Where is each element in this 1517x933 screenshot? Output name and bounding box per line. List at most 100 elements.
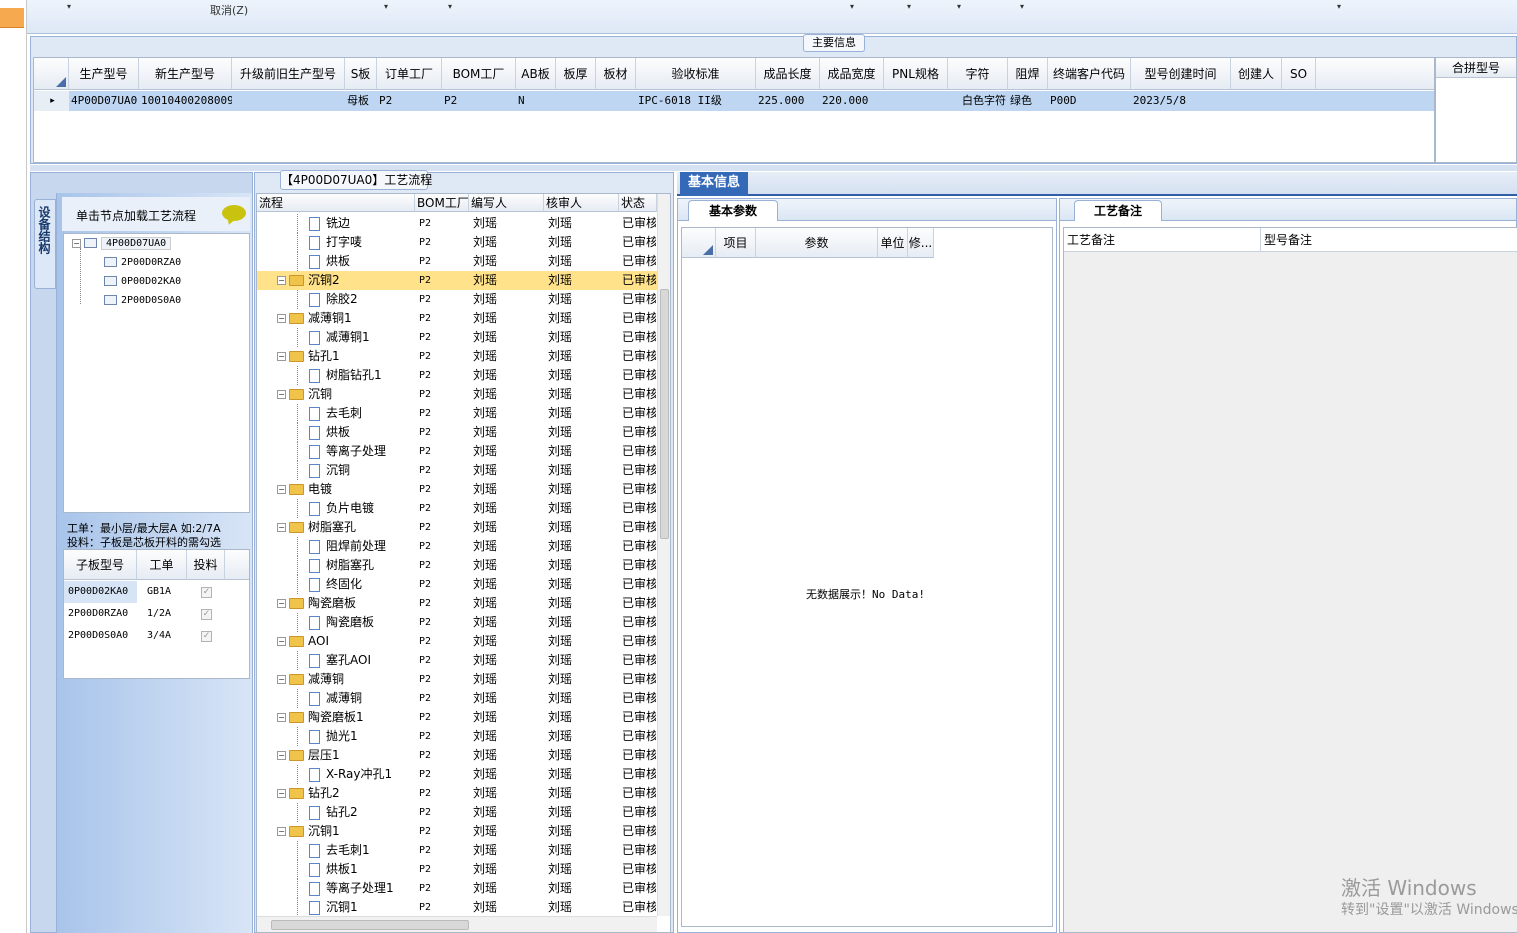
process-writer-cell[interactable]: 刘瑶 bbox=[473, 689, 543, 708]
process-row[interactable]: 沉铜1 P2 刘瑶 刘瑶 已审核 bbox=[257, 898, 657, 917]
process-bom-cell[interactable]: P2 bbox=[419, 841, 469, 860]
process-status-cell[interactable]: 已审核 bbox=[622, 613, 656, 632]
process-writer-cell[interactable]: 刘瑶 bbox=[473, 271, 543, 290]
process-reviewer-cell[interactable]: 刘瑶 bbox=[548, 632, 618, 651]
process-writer-cell[interactable]: 刘瑶 bbox=[473, 632, 543, 651]
process-bom-cell[interactable]: P2 bbox=[419, 613, 469, 632]
process-reviewer-cell[interactable]: 刘瑶 bbox=[548, 347, 618, 366]
process-row[interactable]: 塞孔AOI P2 刘瑶 刘瑶 已审核 bbox=[257, 651, 657, 670]
process-writer-cell[interactable]: 刘瑶 bbox=[473, 385, 543, 404]
col-header[interactable]: 编写人 bbox=[469, 194, 544, 212]
process-name-cell[interactable]: 沉铜 bbox=[309, 461, 417, 480]
process-bom-cell[interactable]: P2 bbox=[419, 765, 469, 784]
process-name-cell[interactable]: − 沉铜 bbox=[277, 385, 417, 404]
collapse-icon[interactable]: − bbox=[72, 238, 81, 248]
process-name-cell[interactable]: − 沉铜1 bbox=[277, 822, 417, 841]
process-reviewer-cell[interactable]: 刘瑶 bbox=[548, 841, 618, 860]
process-reviewer-cell[interactable]: 刘瑶 bbox=[548, 537, 618, 556]
process-row[interactable]: 去毛刺 P2 刘瑶 刘瑶 已审核 bbox=[257, 404, 657, 423]
process-row[interactable]: 阻焊前处理 P2 刘瑶 刘瑶 已审核 bbox=[257, 537, 657, 556]
cell[interactable]: 225.000 bbox=[756, 91, 820, 111]
process-reviewer-cell[interactable]: 刘瑶 bbox=[548, 385, 618, 404]
process-row[interactable]: − 钻孔2 P2 刘瑶 刘瑶 已审核 bbox=[257, 784, 657, 803]
process-name-cell[interactable]: 铣边 bbox=[309, 214, 417, 233]
process-bom-cell[interactable]: P2 bbox=[419, 499, 469, 518]
tree-node-root[interactable]: − 4P00D07UA0 bbox=[72, 237, 172, 250]
process-status-cell[interactable]: 已审核 bbox=[622, 499, 656, 518]
col-header[interactable]: 板厚 bbox=[556, 58, 596, 90]
process-status-cell[interactable]: 已审核 bbox=[622, 404, 656, 423]
cell[interactable]: P2 bbox=[442, 91, 516, 111]
cell[interactable]: P00D bbox=[1048, 91, 1131, 111]
tab-basic-info[interactable]: 基本信息 bbox=[680, 172, 748, 196]
process-reviewer-cell[interactable]: 刘瑶 bbox=[548, 366, 618, 385]
process-writer-cell[interactable]: 刘瑶 bbox=[473, 461, 543, 480]
tab-equipment-structure[interactable]: 设备结构 bbox=[34, 199, 56, 289]
nav-highlight[interactable] bbox=[0, 8, 24, 28]
process-row[interactable]: − 层压1 P2 刘瑶 刘瑶 已审核 bbox=[257, 746, 657, 765]
process-name-cell[interactable]: 减薄铜 bbox=[309, 689, 417, 708]
process-status-cell[interactable]: 已审核 bbox=[622, 385, 656, 404]
process-status-cell[interactable]: 已审核 bbox=[622, 708, 656, 727]
process-bom-cell[interactable]: P2 bbox=[419, 746, 469, 765]
cell[interactable]: 220.000 bbox=[820, 91, 884, 111]
process-reviewer-cell[interactable]: 刘瑶 bbox=[548, 575, 618, 594]
process-name-cell[interactable]: 打字唛 bbox=[309, 233, 417, 252]
process-writer-cell[interactable]: 刘瑶 bbox=[473, 822, 543, 841]
col-header[interactable]: 状态 bbox=[619, 194, 657, 212]
dropdown-arrow-icon[interactable]: ▾ bbox=[384, 2, 388, 11]
collapse-icon[interactable]: − bbox=[277, 276, 286, 285]
cell[interactable]: 绿色 bbox=[1008, 91, 1048, 111]
process-status-cell[interactable]: 已审核 bbox=[622, 309, 656, 328]
process-name-cell[interactable]: 烘板1 bbox=[309, 860, 417, 879]
process-row[interactable]: − 沉铜 P2 刘瑶 刘瑶 已审核 bbox=[257, 385, 657, 404]
process-bom-cell[interactable]: P2 bbox=[419, 898, 469, 917]
process-writer-cell[interactable]: 刘瑶 bbox=[473, 898, 543, 917]
process-name-cell[interactable]: − 钻孔2 bbox=[277, 784, 417, 803]
process-name-cell[interactable]: − 电镀 bbox=[277, 480, 417, 499]
process-writer-cell[interactable]: 刘瑶 bbox=[473, 556, 543, 575]
process-bom-cell[interactable]: P2 bbox=[419, 860, 469, 879]
process-status-cell[interactable]: 已审核 bbox=[622, 442, 656, 461]
process-reviewer-cell[interactable]: 刘瑶 bbox=[548, 708, 618, 727]
process-row[interactable]: 终固化 P2 刘瑶 刘瑶 已审核 bbox=[257, 575, 657, 594]
sub-cell-order[interactable]: 3/4A bbox=[137, 625, 187, 647]
process-bom-cell[interactable]: P2 bbox=[419, 632, 469, 651]
process-writer-cell[interactable]: 刘瑶 bbox=[473, 480, 543, 499]
sub-cell-model[interactable]: 2P00D0RZA0 bbox=[64, 603, 137, 625]
process-name-cell[interactable]: 阻焊前处理 bbox=[309, 537, 417, 556]
process-bom-cell[interactable]: P2 bbox=[419, 594, 469, 613]
horizontal-splitter[interactable] bbox=[30, 165, 1517, 171]
feed-checkbox[interactable]: ✓ bbox=[201, 587, 212, 598]
process-row[interactable]: − AOI P2 刘瑶 刘瑶 已审核 bbox=[257, 632, 657, 651]
process-bom-cell[interactable]: P2 bbox=[419, 556, 469, 575]
scroll-thumb[interactable] bbox=[271, 920, 469, 930]
process-row[interactable]: 钻孔2 P2 刘瑶 刘瑶 已审核 bbox=[257, 803, 657, 822]
process-name-cell[interactable]: − 减薄铜 bbox=[277, 670, 417, 689]
process-row[interactable]: 去毛刺1 P2 刘瑶 刘瑶 已审核 bbox=[257, 841, 657, 860]
process-writer-cell[interactable]: 刘瑶 bbox=[473, 537, 543, 556]
cell[interactable]: P2 bbox=[377, 91, 442, 111]
process-name-cell[interactable]: − 层压1 bbox=[277, 746, 417, 765]
process-name-cell[interactable]: 去毛刺 bbox=[309, 404, 417, 423]
process-status-cell[interactable]: 已审核 bbox=[622, 480, 656, 499]
process-writer-cell[interactable]: 刘瑶 bbox=[473, 784, 543, 803]
process-row[interactable]: 等离子处理1 P2 刘瑶 刘瑶 已审核 bbox=[257, 879, 657, 898]
collapse-icon[interactable]: − bbox=[277, 789, 286, 798]
cell[interactable] bbox=[556, 91, 596, 111]
process-bom-cell[interactable]: P2 bbox=[419, 708, 469, 727]
process-writer-cell[interactable]: 刘瑶 bbox=[473, 499, 543, 518]
process-reviewer-cell[interactable]: 刘瑶 bbox=[548, 423, 618, 442]
process-writer-cell[interactable]: 刘瑶 bbox=[473, 803, 543, 822]
process-status-cell[interactable]: 已审核 bbox=[622, 461, 656, 480]
tree-node[interactable]: 2P00D0RZA0 bbox=[104, 257, 181, 268]
cell[interactable]: 母板 bbox=[345, 91, 377, 111]
process-status-cell[interactable]: 已审核 bbox=[622, 651, 656, 670]
vertical-scrollbar[interactable] bbox=[657, 194, 670, 916]
merge-model-header[interactable]: 合拼型号 bbox=[1436, 58, 1516, 78]
collapse-icon[interactable]: − bbox=[277, 751, 286, 760]
col-header[interactable]: 终端客户代码 bbox=[1048, 58, 1131, 90]
process-status-cell[interactable]: 已审核 bbox=[622, 328, 656, 347]
process-reviewer-cell[interactable]: 刘瑶 bbox=[548, 879, 618, 898]
process-row[interactable]: 抛光1 P2 刘瑶 刘瑶 已审核 bbox=[257, 727, 657, 746]
